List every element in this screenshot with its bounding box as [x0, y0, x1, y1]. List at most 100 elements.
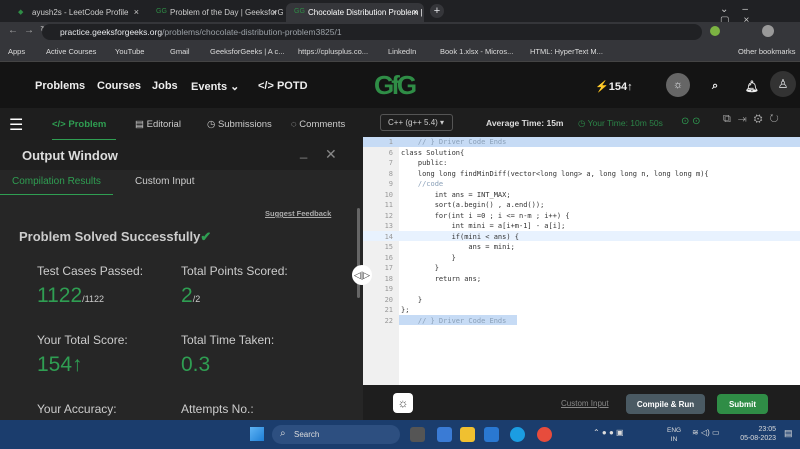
gfg-icon: GG: [294, 8, 305, 15]
line-number: 1: [388, 138, 393, 146]
code-line[interactable]: int mini = a[i+m-1] - a[i];: [401, 222, 566, 230]
bookmark[interactable]: YouTube: [115, 47, 144, 56]
taskbar-search[interactable]: ⌕ Search: [272, 425, 400, 444]
nav-courses[interactable]: Courses: [97, 80, 141, 92]
line-number: 7: [388, 159, 393, 167]
code-editor-panel: C++ (g++ 5.4) ▾ Average Time: 15m ◷ Your…: [363, 108, 800, 420]
search-icon: ⌕: [280, 428, 286, 439]
network-sound-battery-icons[interactable]: ≋ ◁) ▭: [692, 428, 720, 437]
task-view-icon[interactable]: [410, 427, 425, 442]
code-line[interactable]: }: [401, 264, 439, 272]
code-line[interactable]: int ans = INT_MAX;: [401, 191, 511, 199]
bookmark[interactable]: Gmail: [170, 47, 190, 56]
bookmarks-bar: Apps Active Courses YouTube Gmail Geeksf…: [0, 42, 800, 62]
output-window-title: Output Window: [22, 148, 118, 163]
line-number: 20: [384, 295, 393, 304]
bookmark[interactable]: https://cplusplus.co...: [298, 47, 368, 56]
nav-events[interactable]: Events ⌄: [191, 80, 239, 93]
bell-icon[interactable]: 🔔︎: [745, 80, 759, 93]
menu-icon[interactable]: ☰: [9, 115, 23, 135]
code-line[interactable]: // } Driver Code Ends: [401, 317, 507, 325]
gfg-icon: GG: [156, 8, 167, 15]
line-number: 21: [384, 306, 393, 314]
theme-toggle-icon[interactable]: ☼: [666, 73, 690, 97]
code-line[interactable]: sort(a.begin() , a.end());: [401, 201, 545, 209]
code-line[interactable]: return ans;: [401, 275, 481, 283]
points-value: 2/2: [181, 284, 201, 307]
timer-controls-icon[interactable]: ⊙ ⊙: [681, 116, 701, 127]
code-area[interactable]: 1 // } Driver Code Ends 6 class Solution{7…: [363, 137, 800, 385]
language-indicator[interactable]: ENG IN: [667, 426, 681, 444]
line-number: 15: [384, 243, 393, 251]
code-line[interactable]: };: [401, 306, 409, 314]
extension-icon[interactable]: [710, 26, 720, 36]
test-cases-value: 1122/1122: [37, 284, 105, 307]
bookmark[interactable]: LinkedIn: [388, 47, 416, 56]
suggest-feedback-link[interactable]: Suggest Feedback: [265, 209, 331, 218]
bookmark[interactable]: Active Courses: [46, 47, 96, 56]
tab-problem[interactable]: </> Problem: [52, 119, 117, 141]
gfg-logo[interactable]: GfG: [374, 70, 417, 101]
user-avatar[interactable]: ♙: [770, 71, 796, 97]
check-circle-icon: ✔: [200, 229, 212, 244]
tab-submissions[interactable]: ◷ Submissions: [207, 119, 272, 130]
bookmark[interactable]: Apps: [8, 47, 25, 56]
code-line[interactable]: for(int i =0 ; i <= n-m ; i++) {: [401, 212, 570, 220]
minimize-icon[interactable]: _: [300, 144, 307, 159]
search-icon[interactable]: ⌕: [712, 80, 718, 93]
code-line[interactable]: class Solution{: [401, 149, 464, 157]
browser-tab[interactable]: GG Problem of the Day | GeeksforGe ×: [148, 3, 283, 22]
custom-input-link[interactable]: Custom Input: [561, 399, 609, 408]
editor-toolbar: C++ (g++ 5.4) ▾ Average Time: 15m ◷ Your…: [363, 108, 800, 137]
submit-button[interactable]: Submit: [717, 394, 768, 414]
tab-compilation-results[interactable]: Compilation Results: [0, 176, 113, 195]
nav-potd[interactable]: </> POTD: [258, 80, 308, 92]
tab-comments[interactable]: ◌ Comments: [291, 119, 345, 130]
nav-jobs[interactable]: Jobs: [152, 80, 178, 92]
line-number: 9: [388, 180, 393, 188]
windows-start-icon[interactable]: [250, 427, 264, 441]
tab-custom-input[interactable]: Custom Input: [135, 176, 194, 187]
bookmark[interactable]: HTML: HyperText M...: [530, 47, 603, 56]
code-line[interactable]: if(mini < ans) {: [401, 233, 519, 241]
file-explorer-icon[interactable]: [460, 427, 475, 442]
new-tab-button[interactable]: +: [430, 4, 444, 18]
site-navbar: Problems Courses Jobs Events ⌄ </> POTD …: [0, 62, 800, 108]
windows-taskbar: ⌕ Search ⌃ ● ● ▣ ENG IN ≋ ◁) ▭ 23:05 05-08-…: [0, 420, 800, 449]
edge-icon[interactable]: [510, 427, 525, 442]
close-tab-icon[interactable]: ×: [272, 7, 277, 17]
tab-editorial[interactable]: ▤ Editorial: [135, 119, 181, 130]
browser-tab-active[interactable]: GG Chocolate Distribution Problem | ×: [286, 3, 424, 22]
store-icon[interactable]: [437, 427, 452, 442]
code-line[interactable]: ans = mini;: [401, 243, 514, 251]
profile-avatar[interactable]: [762, 25, 774, 37]
notification-icon[interactable]: ▤: [784, 428, 793, 439]
compile-run-button[interactable]: Compile & Run: [626, 394, 705, 414]
browser-tab[interactable]: ◆ ayush2s - LeetCode Profile ×: [10, 3, 145, 22]
bookmark[interactable]: GeeksforGeeks | A c...: [210, 47, 284, 56]
close-tab-icon[interactable]: ×: [134, 7, 139, 17]
code-line[interactable]: long long findMinDiff(vector<long long> …: [401, 170, 709, 178]
clock[interactable]: 23:05 05-08-2023: [738, 425, 776, 443]
close-icon[interactable]: ✕: [325, 146, 337, 163]
code-line[interactable]: }: [401, 296, 422, 304]
resize-handle-icon[interactable]: ◁|▷: [352, 265, 372, 285]
code-line[interactable]: }: [401, 254, 456, 262]
bookmark[interactable]: Book 1.xlsx - Micros...: [440, 47, 513, 56]
chrome-icon[interactable]: [537, 427, 552, 442]
editor-action-icons[interactable]: ⧉⇥⚙↻: [723, 113, 786, 126]
problem-tabs: ☰ </> Problem ▤ Editorial ◷ Submissions …: [0, 108, 363, 141]
code-line[interactable]: //code: [401, 180, 443, 188]
nav-problems[interactable]: Problems: [35, 80, 85, 92]
total-score-value: 154↑: [37, 353, 83, 376]
language-select[interactable]: C++ (g++ 5.4) ▾: [380, 114, 453, 131]
lightbulb-icon[interactable]: ☼: [393, 393, 413, 413]
other-bookmarks[interactable]: Other bookmarks: [738, 47, 796, 56]
vscode-icon[interactable]: [484, 427, 499, 442]
url-input[interactable]: practice.geeksforgeeks.org/problems/choc…: [42, 24, 702, 40]
code-line[interactable]: public:: [401, 159, 448, 167]
tray-icons[interactable]: ⌃ ● ● ▣: [593, 428, 624, 437]
line-number: 22: [384, 316, 393, 325]
code-line[interactable]: // } Driver Code Ends: [401, 138, 507, 146]
close-tab-icon[interactable]: ×: [413, 7, 418, 17]
